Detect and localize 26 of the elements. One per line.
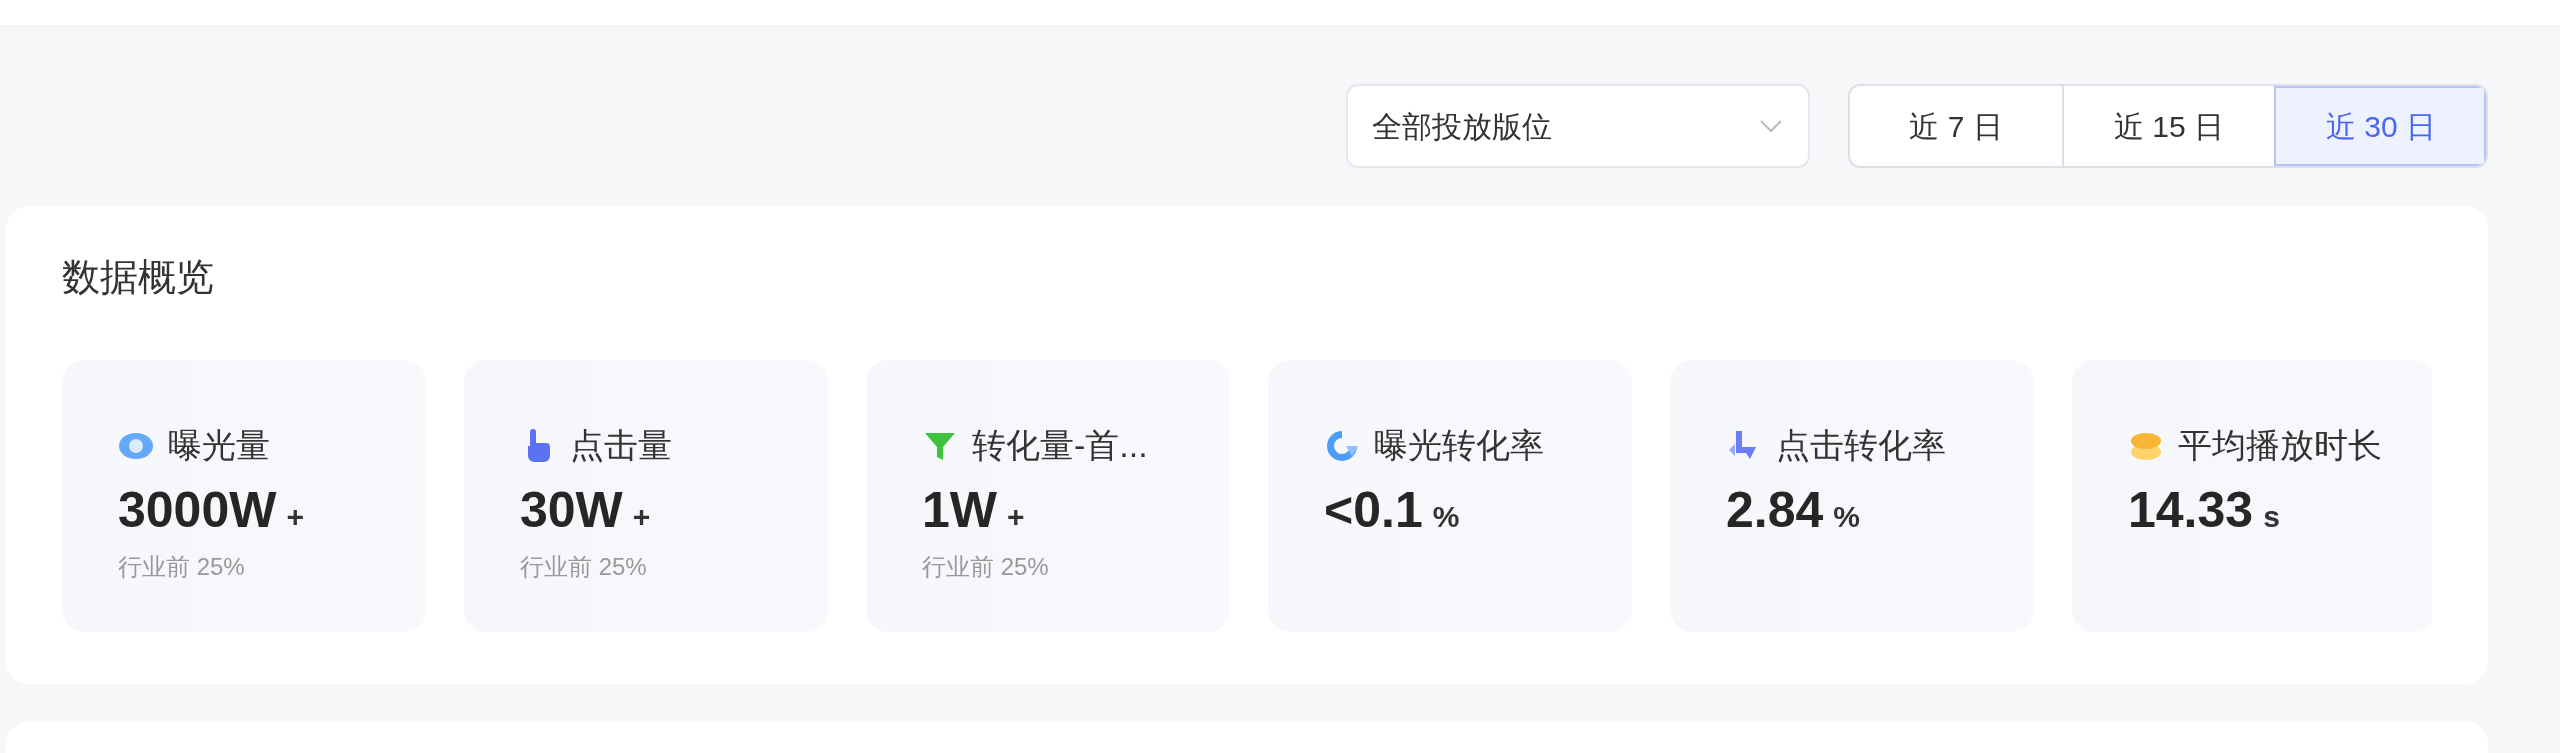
chevron-down-icon — [1758, 118, 1784, 134]
metric-unit: + — [632, 502, 651, 532]
placement-dropdown[interactable]: 全部投放版位 — [1346, 84, 1810, 168]
metric-label: 曝光转化率 — [1374, 425, 1544, 466]
metric-unit: + — [286, 502, 304, 532]
metric-label: 转化量-首... — [972, 425, 1148, 466]
metric-label: 曝光量 — [168, 425, 270, 466]
benchmark-note: 行业前 25% — [118, 552, 245, 582]
metric-unit: % — [1833, 502, 1860, 532]
date-range-tab[interactable]: 近 7 日 — [1850, 86, 2062, 166]
metric-value: <0.1 — [1324, 485, 1423, 535]
benchmark-note: 行业前 25% — [520, 552, 647, 582]
metric-label: 点击量 — [570, 425, 672, 466]
metric-unit: % — [1432, 502, 1460, 532]
date-range-tab[interactable]: 近 30 日 — [2274, 86, 2486, 166]
metric-value: 3000W — [118, 485, 277, 535]
metric-label: 点击转化率 — [1776, 425, 1946, 466]
section-title: 数据概览 — [62, 258, 214, 296]
benchmark-note: 行业前 25% — [922, 552, 1049, 582]
metric-value: 30W — [520, 485, 623, 535]
metric-label: 平均播放时长 — [2178, 425, 2382, 466]
metric-value: 14.33 — [2128, 485, 2254, 535]
metric-value: 1W — [922, 485, 997, 535]
metric-value: 2.84 — [1726, 485, 1824, 535]
metric-unit: + — [1007, 502, 1025, 532]
metric-unit: s — [2263, 502, 2280, 532]
